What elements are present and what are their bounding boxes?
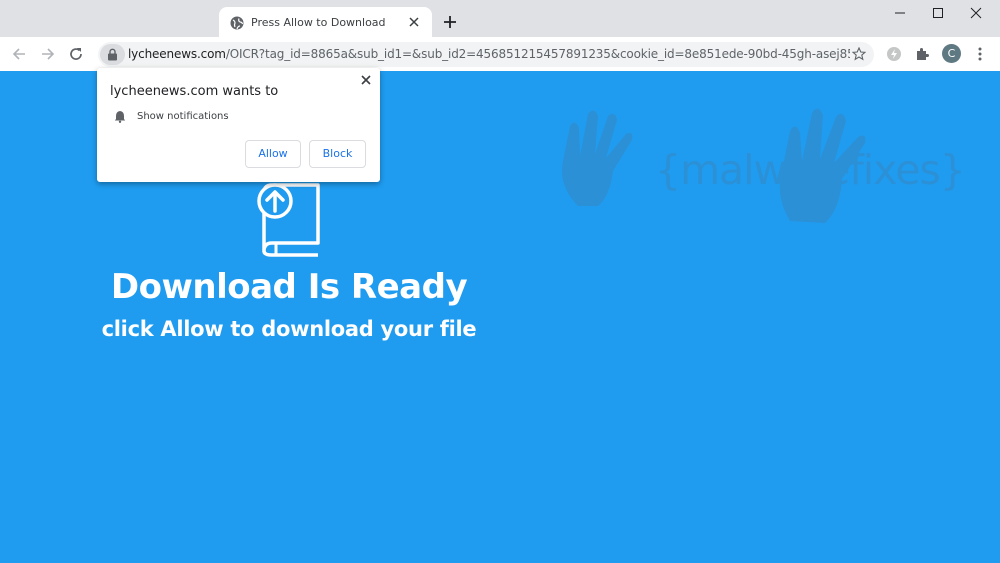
plus-icon[interactable]	[443, 15, 457, 29]
puzzle-icon[interactable]	[914, 46, 930, 62]
watermark-hand-left-icon	[562, 110, 633, 206]
globe-icon	[230, 16, 244, 30]
lock-icon	[108, 48, 117, 61]
tab-strip: Press Allow to Download	[0, 0, 1000, 37]
url-path: /OICR?tag_id=8865a&sub_id1=&sub_id2=4568…	[225, 47, 850, 61]
url-text[interactable]: lycheenews.com/OICR?tag_id=8865a&sub_id1…	[128, 47, 850, 61]
page-headline: Download Is Ready	[110, 267, 468, 307]
notification-permission-popup: lycheenews.com wants to Show notificatio…	[97, 68, 380, 182]
forward-arrow-icon[interactable]	[40, 46, 56, 62]
star-icon[interactable]	[852, 47, 866, 61]
reload-icon[interactable]	[68, 46, 84, 62]
back-arrow-icon[interactable]	[11, 46, 27, 62]
book-upload-icon	[257, 183, 320, 257]
watermark-text: {malwarefixes}	[655, 146, 966, 194]
extension-bolt-icon[interactable]	[886, 46, 902, 62]
url-host: lycheenews.com	[128, 47, 226, 61]
permission-label: Show notifications	[137, 111, 229, 122]
allow-button[interactable]: Allow	[245, 140, 301, 168]
popup-close-icon[interactable]	[360, 74, 372, 86]
popup-title: lycheenews.com wants to	[110, 84, 279, 99]
maximize-icon[interactable]	[931, 6, 945, 20]
block-button[interactable]: Block	[309, 140, 366, 168]
window-close-icon[interactable]	[969, 6, 983, 20]
address-bar[interactable]: lycheenews.com/OICR?tag_id=8865a&sub_id1…	[98, 42, 874, 67]
tab-active[interactable]: Press Allow to Download	[219, 7, 432, 37]
tab-close-icon[interactable]	[408, 16, 420, 28]
browser-toolbar: lycheenews.com/OICR?tag_id=8865a&sub_id1…	[0, 37, 1000, 72]
site-info-chip[interactable]	[100, 44, 125, 65]
tab-title: Press Allow to Download	[251, 16, 386, 29]
kebab-menu-icon[interactable]	[972, 46, 988, 62]
bell-icon	[114, 111, 126, 123]
profile-avatar[interactable]: C	[942, 44, 961, 63]
minimize-icon[interactable]	[893, 6, 907, 20]
page-subheadline: click Allow to download your file	[101, 317, 477, 341]
